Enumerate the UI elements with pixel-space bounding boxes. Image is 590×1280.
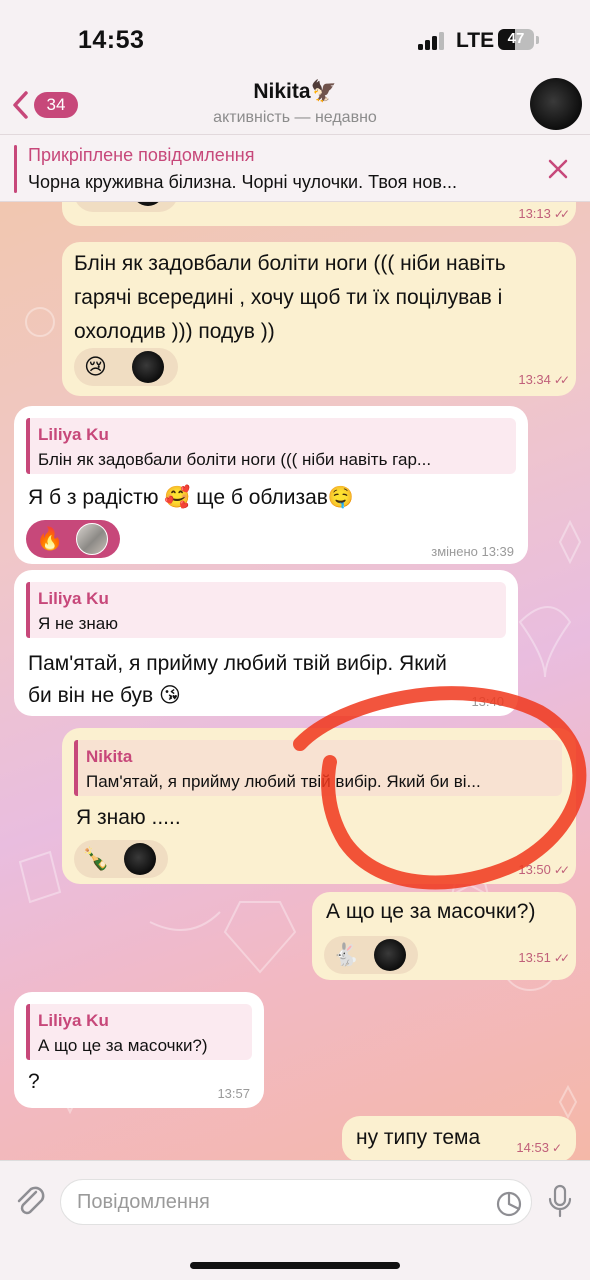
red-circle-annotation <box>293 686 587 890</box>
pinned-message-bar[interactable]: Прикріплене повідомлення Чорна круживна … <box>0 134 590 202</box>
pinned-text: Чорна круживна білизна. Чорні чулочки. Т… <box>28 172 457 192</box>
chat-title-area[interactable]: Nikita🦅 активність — недавно <box>150 80 440 127</box>
message-input-placeholder: Повідомлення <box>77 1191 210 1213</box>
sticker-icon[interactable] <box>495 1190 523 1218</box>
unread-count-badge: 34 <box>34 92 78 118</box>
close-icon[interactable] <box>546 157 570 181</box>
battery-level: 47 <box>507 30 525 47</box>
status-bar: 14:53 LTE 47 <box>0 0 590 76</box>
last-seen-status: активність — недавно <box>213 109 377 126</box>
paperclip-icon[interactable] <box>12 1183 48 1219</box>
contact-emoji-status: 🦅 <box>310 80 337 103</box>
status-time: 14:53 <box>78 26 145 54</box>
chevron-left-icon <box>13 91 28 119</box>
microphone-icon[interactable] <box>546 1183 574 1219</box>
contact-name: Nikita <box>253 80 311 103</box>
battery-tip <box>536 36 539 44</box>
avatar[interactable] <box>530 78 582 130</box>
chat-title: Nikita🦅 <box>150 80 440 104</box>
message-list[interactable]: 🫣 13:13✓✓ Блін як задовбали боліти ноги … <box>0 202 590 1160</box>
network-type: LTE <box>456 29 495 52</box>
pinned-accent-line <box>14 145 17 193</box>
home-indicator <box>190 1262 400 1269</box>
back-button[interactable]: 34 <box>8 88 78 122</box>
cellular-signal-icon <box>418 32 446 50</box>
pinned-title: Прикріплене повідомлення <box>28 145 255 165</box>
message-input[interactable]: Повідомлення <box>60 1179 532 1225</box>
chat-header: 34 Nikita🦅 активність — недавно <box>0 76 590 134</box>
battery-icon: 47 <box>498 29 534 50</box>
